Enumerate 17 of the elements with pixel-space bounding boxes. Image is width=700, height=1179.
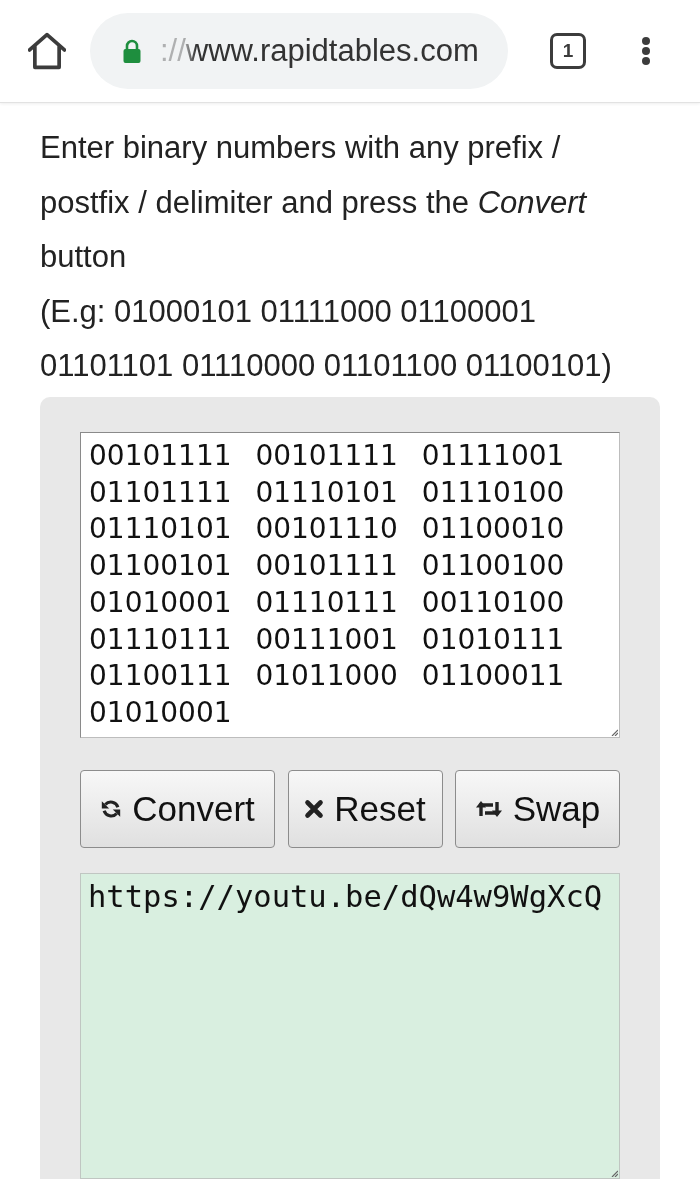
- cross-icon: [304, 799, 325, 819]
- tab-switcher-button[interactable]: 1: [550, 33, 586, 69]
- text-output-field[interactable]: https://youtu.be/dQw4w9WgXcQ: [80, 873, 620, 1179]
- url-text: ://www.rapidtables.com: [160, 33, 479, 69]
- menu-icon[interactable]: [641, 36, 651, 66]
- instructions-text: Enter binary numbers with any prefix / postfix / delimiter and press the Convert button: [40, 129, 588, 276]
- address-bar[interactable]: ://www.rapidtables.com: [90, 13, 508, 89]
- resize-grip-icon[interactable]: [611, 729, 618, 736]
- convert-button[interactable]: Convert: [80, 770, 275, 848]
- resize-grip-icon[interactable]: [611, 1170, 618, 1177]
- swap-arrows-icon: [474, 799, 503, 819]
- binary-input-field[interactable]: 00101111 00101111 01111001 01101111 01110101 01110100 01110101 00101110 01100010 01100101 00101111 01100100 01010001 01110111 00110100 01110111 00111001 01010111 01100111 01011000 01100011 01010001: [80, 432, 620, 738]
- swap-button[interactable]: Swap: [455, 770, 620, 848]
- circular-arrows-icon: [100, 798, 123, 820]
- home-icon[interactable]: [28, 32, 66, 70]
- reset-button[interactable]: Reset: [287, 770, 443, 848]
- example-text: (E.g: 01000101 01111000 01100001 01101101 01110000 01101100 01100101): [40, 292, 613, 385]
